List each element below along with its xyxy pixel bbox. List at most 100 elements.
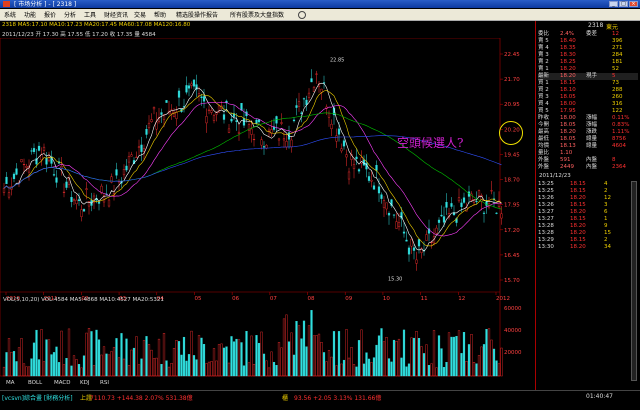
quote-row-key2: 漲跌 (586, 129, 598, 135)
menu-item-all-stocks[interactable]: 所有股票及大盘指数 (230, 10, 284, 19)
tab-boll[interactable]: BOLL (28, 380, 42, 386)
quote-row-value: 18.05 (560, 94, 576, 100)
volume-bar (5, 352, 8, 377)
volume-bar (490, 339, 493, 377)
candle-body (202, 96, 206, 102)
volume-bar (442, 367, 446, 377)
candle-body (125, 165, 128, 171)
menu-item-quote[interactable]: 报价 (44, 10, 56, 19)
quote-row-value: 18.13 (560, 143, 576, 149)
candle-body (297, 101, 301, 107)
volume-bar (27, 366, 31, 377)
quote-row-value: 18.05 (560, 136, 576, 142)
candle-body (25, 165, 28, 168)
volume-bar (45, 339, 48, 377)
title-bar: [ 市场分析 ] - [ 2318 ] _ □ × (0, 0, 640, 8)
tab-kdj[interactable]: KDJ (80, 380, 89, 386)
candle-body (115, 169, 118, 176)
candle-body (367, 176, 371, 181)
kline-chart[interactable]: 22.4521.7020.9520.2019.4518.7017.9517.20… (0, 38, 535, 390)
menu-item-trade[interactable]: 交易 (134, 10, 146, 19)
volume-bar (75, 359, 78, 377)
index1-value: 7110.73 +144.38 2.07% 531.38億 (90, 395, 193, 402)
volume-bar (160, 364, 163, 377)
tab-macd[interactable]: MACD (54, 380, 71, 386)
tab-ma[interactable]: MA (6, 380, 15, 386)
quote-row-value: 2.4% (560, 31, 574, 37)
volume-bar (182, 336, 186, 377)
menu-bar: 系统 功能 报价 分析 工具 财经资讯 交易 帮助 精选股操作报告 所有股票及大… (0, 9, 640, 21)
toolbar-gear-icon[interactable] (298, 11, 306, 19)
minimize-button[interactable]: _ (609, 1, 618, 7)
price-axis-label: 20.95 (504, 102, 520, 108)
close-button[interactable]: × (629, 1, 638, 7)
volume-bar (447, 332, 451, 377)
price-axis-label: 17.95 (504, 203, 520, 209)
tick-volume: 1 (604, 216, 608, 222)
volume-bar (397, 338, 401, 377)
volume-bar (40, 329, 43, 377)
price-axis-label: 15.70 (504, 278, 520, 284)
volume-bar (482, 344, 486, 377)
volume-bar (32, 342, 36, 377)
candle-body (340, 148, 343, 152)
volume-bar (235, 338, 238, 377)
volume-bar (95, 329, 98, 377)
quote-row-value2: 8756 (612, 136, 626, 142)
volume-bar (12, 351, 16, 377)
menu-item-tools[interactable]: 工具 (84, 10, 96, 19)
volume-bar (175, 340, 178, 377)
menu-item-report[interactable]: 精选股操作报告 (176, 10, 218, 19)
candle-body (372, 185, 376, 190)
tick-time: 13:27 (538, 216, 554, 222)
candle-body (397, 222, 401, 228)
volume-bar (307, 325, 311, 377)
quote-row-value2: 2364 (612, 164, 626, 170)
quote-row-value2: 8 (612, 157, 616, 163)
maximize-button[interactable]: □ (619, 1, 628, 7)
menu-item-system[interactable]: 系统 (4, 10, 16, 19)
tick-time: 13:25 (538, 181, 554, 187)
quote-row: 賣 5 18.40 396 (538, 38, 638, 45)
index2-name: 櫃 (282, 395, 289, 402)
menu-item-help[interactable]: 帮助 (154, 10, 166, 19)
candle-body (75, 199, 78, 205)
volume-bar (292, 354, 296, 377)
candle-body (315, 73, 318, 75)
tick-volume: 34 (604, 244, 611, 250)
volume-bar (2, 366, 6, 377)
candle-body (187, 85, 191, 89)
quote-row-key: 量比 (538, 150, 550, 156)
volume-bar (130, 349, 133, 377)
quote-row-value2: 284 (612, 52, 623, 58)
volume-bar (125, 338, 128, 377)
volume-bar (275, 365, 278, 377)
volume-bar (390, 361, 393, 377)
candle-body (345, 154, 348, 158)
volume-bar (170, 363, 173, 377)
time-axis-label: 06 (232, 296, 239, 302)
volume-bar (245, 331, 248, 377)
candle-body (62, 191, 66, 193)
candle-body (200, 96, 203, 98)
quote-row-key2: 現手 (586, 73, 598, 79)
quote-row-value2: 316 (612, 101, 623, 107)
tick-scrollbar[interactable] (631, 181, 637, 381)
candle-body (235, 120, 238, 122)
quote-row: 外盤 591 內盤 8 (538, 157, 638, 164)
tab-rsi[interactable]: RSI (100, 380, 109, 386)
moving-average-line (3, 82, 502, 252)
time-axis-label: 05 (194, 296, 201, 302)
volume-bar (337, 331, 341, 377)
candle-body (257, 119, 261, 123)
price-axis-label: 16.45 (504, 253, 520, 259)
volume-bar (450, 336, 453, 377)
menu-item-news[interactable]: 财经资讯 (104, 10, 128, 19)
tick-volume: 15 (604, 230, 611, 236)
candle-body (457, 197, 461, 202)
menu-item-analysis[interactable]: 分析 (64, 10, 76, 19)
menu-item-function[interactable]: 功能 (24, 10, 36, 19)
status-bar: [vcsvn]綜合畫 [財務分析] 上證 7110.73 +144.38 2.0… (0, 390, 640, 410)
tick-row: 13:28 18.20 15 (538, 230, 628, 237)
chart-area[interactable]: 2318 MA5:17.10 MA10:17.23 MA20:17.45 MA6… (0, 21, 535, 390)
